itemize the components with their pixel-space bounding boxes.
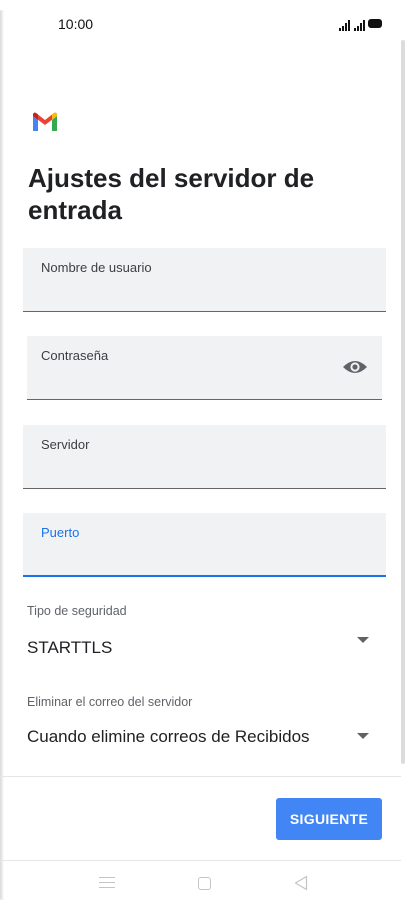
status-time: 10:00 (58, 16, 94, 32)
username-field[interactable]: Nombre de usuario (23, 248, 386, 312)
security-type-value[interactable]: STARTTLS (27, 638, 112, 658)
eye-icon[interactable] (342, 358, 368, 376)
server-field[interactable]: Servidor (23, 425, 386, 489)
nav-bar-divider (0, 860, 401, 861)
password-label: Contraseña (41, 348, 109, 363)
screen: 10:00 Ajustes del servidor de entrada No… (0, 0, 409, 910)
status-bar: 10:00 (0, 0, 409, 50)
page-title: Ajustes del servidor de entrada (28, 163, 315, 225)
chevron-down-icon[interactable] (357, 733, 369, 739)
chevron-down-icon[interactable] (357, 637, 369, 643)
footer-divider (0, 776, 401, 777)
next-button[interactable]: SIGUIENTE (276, 798, 382, 840)
gmail-logo (33, 112, 57, 131)
status-icons (339, 17, 383, 31)
menu-icon[interactable] (99, 877, 115, 889)
battery-icon (368, 19, 382, 28)
back-icon[interactable] (294, 875, 308, 891)
username-label: Nombre de usuario (41, 260, 152, 275)
delete-from-server-label: Eliminar el correo del servidor (27, 695, 193, 709)
device-edge (0, 10, 4, 900)
scrollbar[interactable] (401, 40, 405, 764)
port-field[interactable]: Puerto (23, 513, 386, 577)
security-type-label: Tipo de seguridad (27, 604, 127, 618)
home-icon[interactable] (198, 877, 211, 890)
port-label: Puerto (41, 525, 80, 540)
server-label: Servidor (41, 437, 90, 452)
delete-from-server-value[interactable]: Cuando elimine correos de Recibidos (27, 727, 310, 747)
password-field[interactable]: Contraseña (27, 336, 382, 400)
